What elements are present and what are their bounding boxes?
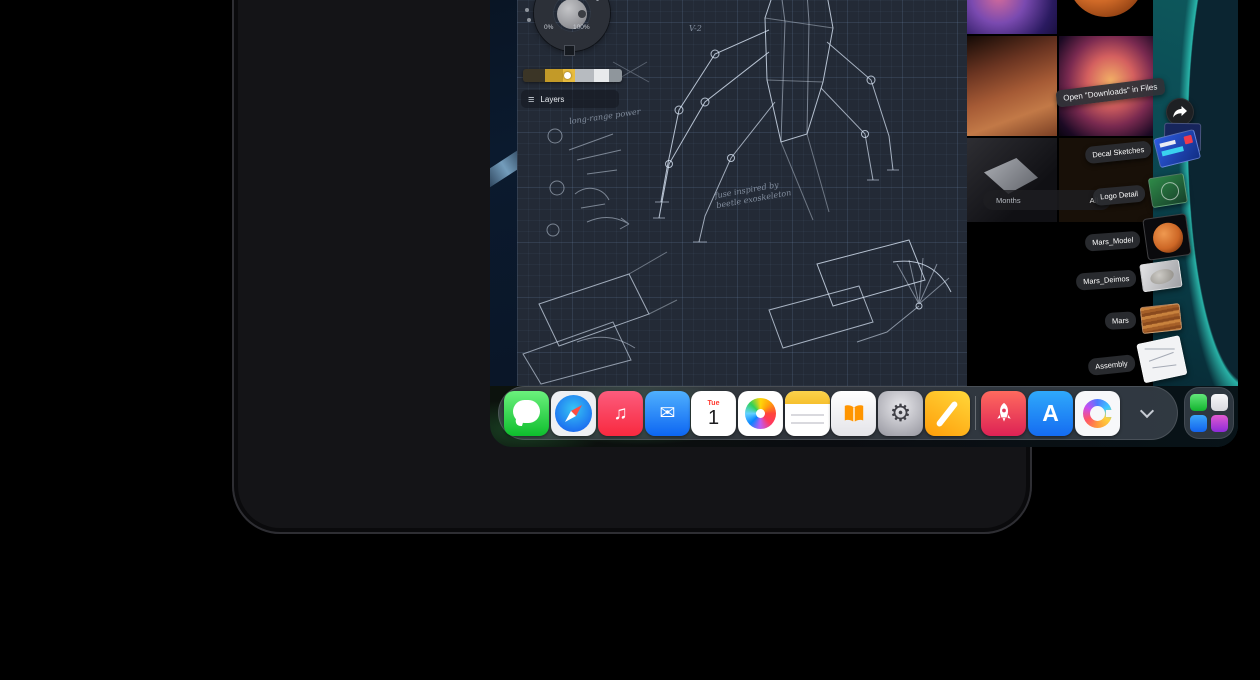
ipad-screen: chassis 1.0 CAD comms & satellite V-2 fu…: [490, 0, 1238, 447]
photo-thumbnail-mars-globe[interactable]: [1059, 0, 1153, 34]
palette-swatch[interactable]: [575, 69, 594, 82]
dock-collapse-button[interactable]: [1136, 402, 1158, 424]
dock-recent-concepts[interactable]: [1075, 391, 1120, 436]
dock-app-settings[interactable]: [878, 391, 923, 436]
opacity-min-label: 0%: [544, 24, 553, 31]
mini-app-green: [1190, 394, 1207, 411]
dock: Tue 1: [498, 386, 1178, 440]
file-thumbnail: [1136, 335, 1187, 383]
dock-app-notes[interactable]: [785, 391, 830, 436]
file-label: Mars: [1105, 311, 1137, 330]
mini-app-light: [1211, 394, 1228, 411]
photos-flower-icon: [745, 398, 776, 429]
file-label: Logo Detail: [1092, 184, 1145, 205]
file-thumbnail: [1154, 120, 1207, 171]
dock-app-mail[interactable]: [645, 391, 690, 436]
dock-app-safari[interactable]: [551, 391, 596, 436]
mini-app-purple: [1211, 415, 1228, 432]
palette-selection-dot[interactable]: [564, 72, 571, 79]
side-tool-icon[interactable]: [525, 8, 529, 12]
file-label: Decal Sketches: [1084, 140, 1152, 164]
calendar-weekday: Tue: [708, 400, 720, 407]
dock-recent-app-store[interactable]: [1028, 391, 1073, 436]
mini-app-blue: [1190, 415, 1207, 432]
file-thumbnail: [1142, 213, 1191, 261]
notes-header-strip: [785, 391, 830, 404]
layers-label: Layers: [540, 95, 564, 104]
palette-swatch[interactable]: [545, 69, 563, 82]
segment-months[interactable]: Months: [996, 196, 1021, 205]
file-thumbnail: [1139, 303, 1182, 334]
notes-line: [791, 414, 824, 416]
pencil-icon: [935, 400, 958, 427]
forward-arrow-icon: [1172, 105, 1188, 119]
file-thumbnail: [1148, 173, 1188, 208]
file-thumbnail: [1139, 259, 1183, 292]
dock-recent-rocket[interactable]: [981, 391, 1026, 436]
canvas-annotation: V-2: [689, 24, 702, 34]
photos-segmented-control: Months All: [983, 190, 1111, 210]
concepts-c-notch: [1106, 410, 1115, 417]
dock-app-books[interactable]: [831, 391, 876, 436]
scene: chassis 1.0 CAD comms & satellite V-2 fu…: [0, 0, 1260, 680]
palette-swatch[interactable]: [609, 69, 622, 82]
dragged-file-mars-model[interactable]: Mars_Model: [1084, 214, 1191, 263]
chevron-down-icon: [1140, 404, 1154, 418]
palette-swatch[interactable]: [523, 69, 545, 82]
color-palette[interactable]: [523, 69, 622, 82]
dock-app-pencil[interactable]: [925, 391, 970, 436]
app-library-button[interactable]: [1184, 387, 1234, 439]
brush-tool-wheel[interactable]: 1.6 1.6 pts 0% 100%: [527, 0, 622, 61]
decal-card-front: [1153, 129, 1201, 168]
file-label: Assembly: [1087, 354, 1135, 376]
rocket-icon: [990, 400, 1018, 428]
palette-swatch[interactable]: [594, 69, 609, 82]
side-tool-icon[interactable]: [527, 18, 531, 22]
dock-app-messages[interactable]: [504, 391, 549, 436]
compass-needle: [555, 395, 592, 432]
wallpaper-left-strip: [490, 0, 517, 447]
color-swatch-small[interactable]: [564, 45, 575, 56]
opacity-max-label: 100%: [573, 24, 590, 31]
file-label: Mars_Model: [1085, 230, 1141, 251]
chat-bubble-tail: [514, 419, 524, 426]
dock-app-music[interactable]: [598, 391, 643, 436]
photo-thumbnail-nebula[interactable]: [967, 0, 1057, 34]
ipad-device: chassis 1.0 CAD comms & satellite V-2 fu…: [232, 0, 1032, 534]
layers-panel-header[interactable]: Layers: [521, 90, 619, 108]
photo-thumbnail-mars-surface[interactable]: [967, 36, 1057, 136]
layers-menu-icon: [528, 90, 534, 108]
open-book-icon: [841, 401, 867, 427]
dock-app-calendar[interactable]: Tue 1: [691, 391, 736, 436]
dock-divider: [975, 396, 976, 430]
dock-app-photos[interactable]: [738, 391, 783, 436]
notes-line: [791, 422, 824, 424]
concepts-app-window[interactable]: chassis 1.0 CAD comms & satellite V-2 fu…: [517, 0, 967, 388]
file-label: Mars_Deimos: [1076, 269, 1137, 290]
dragged-file-mars[interactable]: Mars: [1104, 304, 1181, 335]
calendar-day: 1: [708, 407, 719, 429]
